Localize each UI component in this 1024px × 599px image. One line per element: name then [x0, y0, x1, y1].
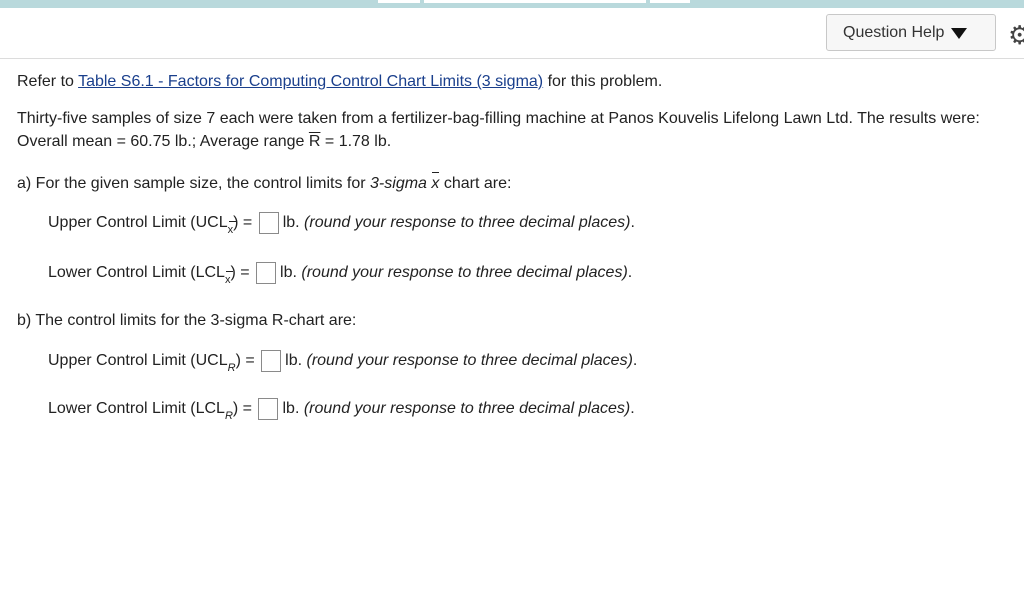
- rounding-hint: (round your response to three decimal pl…: [301, 264, 628, 282]
- table-link[interactable]: Table S6.1 - Factors for Computing Contr…: [78, 73, 543, 90]
- ucl-r-equals: ) =: [235, 352, 255, 370]
- refer-prefix: Refer to: [17, 73, 79, 90]
- part-a-intro-end: chart are:: [439, 175, 512, 192]
- top-tab-segment: [650, 0, 690, 3]
- question-help-label: Question Help: [843, 23, 945, 41]
- part-b-lcl-row: Lower Control Limit (LCLR) = lb. (round …: [48, 398, 635, 423]
- refer-suffix: for this problem.: [543, 73, 663, 90]
- ucl-r-input[interactable]: [261, 350, 282, 372]
- part-a-intro: a) For the given sample size, the contro…: [17, 172, 512, 193]
- units-label: lb.: [282, 400, 300, 418]
- lcl-r-equals: ) =: [232, 400, 253, 418]
- ucl-r-subscript: R: [227, 362, 236, 375]
- gear-icon[interactable]: ⚙: [1008, 22, 1024, 48]
- dropdown-triangle-icon: [951, 28, 968, 39]
- problem-line-2: Overall mean = 60.75 lb.; Average range …: [17, 133, 391, 151]
- rounding-hint: (round your response to three decimal pl…: [304, 214, 631, 232]
- problem-mean-text: Overall mean = 60.75 lb.; Average range: [17, 133, 309, 150]
- question-header: Question Help ⚙: [0, 8, 1024, 59]
- top-tab-segment: [378, 0, 420, 3]
- ucl-r-label: Upper Control Limit (UCL: [48, 352, 228, 370]
- units-label: lb.: [282, 214, 300, 232]
- lcl-x-equals: ) =: [230, 264, 250, 282]
- lcl-x-subscript: x: [225, 271, 233, 286]
- r-bar-symbol: R: [308, 133, 321, 150]
- problem-range-text: = 1.78 lb.: [320, 133, 392, 150]
- lcl-r-subscript: R: [224, 410, 233, 423]
- lcl-x-label: Lower Control Limit (LCL: [48, 264, 225, 282]
- period: .: [627, 264, 633, 282]
- part-a-intro-text: a) For the given sample size, the contro…: [17, 175, 371, 192]
- period: .: [632, 352, 638, 370]
- refer-line: Refer to Table S6.1 - Factors for Comput…: [17, 73, 662, 91]
- top-tab-segment: [424, 0, 646, 3]
- period: .: [630, 400, 635, 418]
- problem-line-1: Thirty-five samples of size 7 each were …: [17, 110, 980, 127]
- question-help-button[interactable]: Question Help: [826, 14, 996, 51]
- ucl-x-subscript: x: [228, 221, 236, 236]
- lcl-x-input[interactable]: [256, 262, 277, 284]
- units-label: lb.: [280, 264, 297, 282]
- ucl-x-label: Upper Control Limit (UCL: [48, 214, 228, 232]
- period: .: [630, 214, 635, 232]
- part-a-ucl-row: Upper Control Limit (UCL x) = lb. (round …: [48, 212, 635, 236]
- part-a-sigma-text: 3-sigma: [370, 175, 432, 192]
- rounding-hint: (round your response to three decimal pl…: [303, 400, 631, 418]
- ucl-x-equals: ) =: [233, 214, 253, 232]
- lcl-r-label: Lower Control Limit (LCL: [48, 400, 225, 418]
- ucl-x-input[interactable]: [258, 212, 279, 234]
- x-bar-symbol: x: [431, 172, 440, 193]
- lcl-r-input[interactable]: [258, 398, 279, 420]
- part-b-intro: b) The control limits for the 3-sigma R-…: [17, 312, 357, 329]
- part-a-lcl-row: Lower Control Limit (LCL x) = lb. (round …: [48, 262, 633, 286]
- rounding-hint: (round your response to three decimal pl…: [306, 352, 633, 370]
- units-label: lb.: [285, 352, 303, 370]
- part-b-ucl-row: Upper Control Limit (UCLR) = lb. (round …: [48, 350, 638, 375]
- top-accent-bar: [0, 0, 1024, 8]
